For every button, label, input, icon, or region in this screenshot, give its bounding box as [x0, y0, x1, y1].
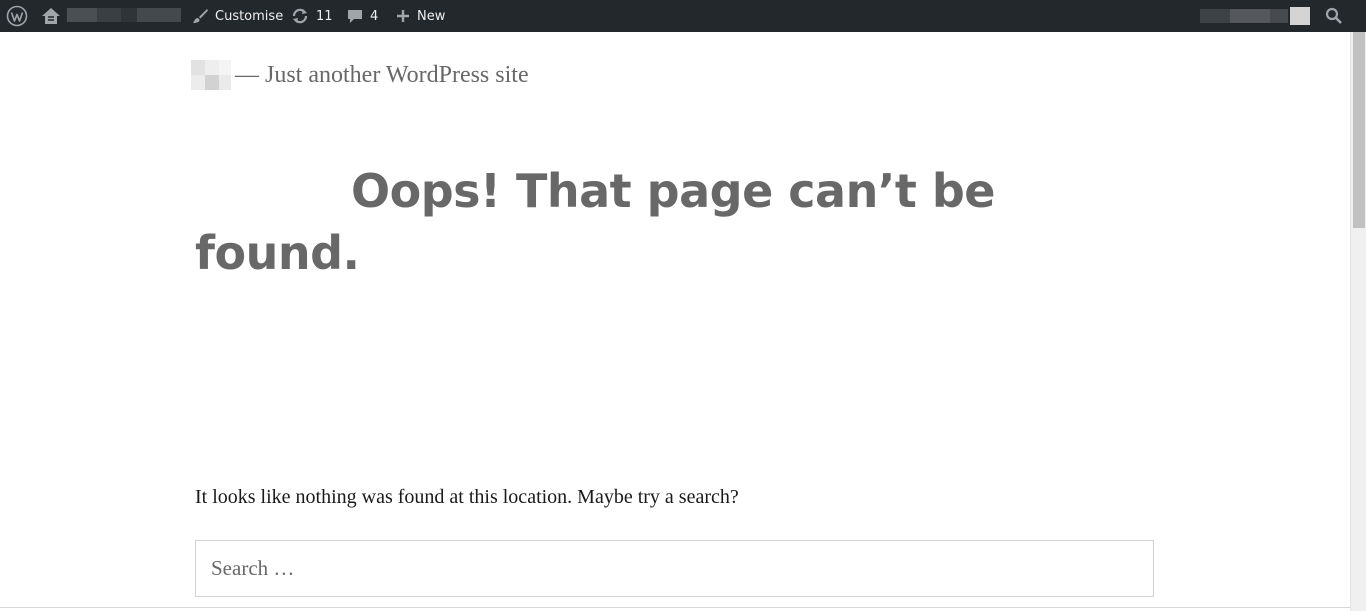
updates-count: 11: [316, 8, 333, 24]
admin-bar: Customise 11 4 New: [0, 0, 1366, 32]
site-branding: — Just another WordPress site: [191, 60, 529, 90]
wordpress-logo-icon: [6, 5, 28, 27]
admin-search[interactable]: [1325, 0, 1343, 32]
page-title: Oops! That page can’t be found.: [195, 164, 995, 280]
site-description: — Just another WordPress site: [235, 61, 529, 88]
page-scrollbar[interactable]: [1350, 32, 1366, 611]
not-found-message: It looks like nothing was found at this …: [195, 486, 739, 508]
site-name-redacted: [67, 8, 181, 24]
customise-label: Customise: [215, 8, 284, 24]
customise-link[interactable]: Customise: [191, 0, 283, 32]
site-name-menu[interactable]: [41, 0, 181, 32]
paintbrush-icon: [191, 7, 209, 25]
refresh-icon: [290, 7, 310, 25]
wordpress-menu[interactable]: [6, 0, 28, 32]
search-input[interactable]: [195, 540, 1154, 597]
new-label: New: [417, 8, 446, 24]
comments-link[interactable]: 4: [346, 0, 378, 32]
search-icon: [1325, 7, 1343, 25]
avatar: [1290, 7, 1310, 25]
plus-icon: [395, 8, 411, 24]
site-home-icon: [41, 7, 61, 25]
page-bottom-divider: [0, 607, 1350, 608]
comments-count: 4: [370, 8, 379, 24]
user-account-menu[interactable]: [1200, 0, 1310, 32]
username-redacted: [1200, 9, 1288, 23]
site-title-redacted[interactable]: [191, 60, 231, 90]
scrollbar-thumb[interactable]: [1353, 32, 1365, 228]
updates-link[interactable]: 11: [290, 0, 333, 32]
comment-icon: [346, 7, 364, 25]
new-content-menu[interactable]: New: [395, 0, 445, 32]
